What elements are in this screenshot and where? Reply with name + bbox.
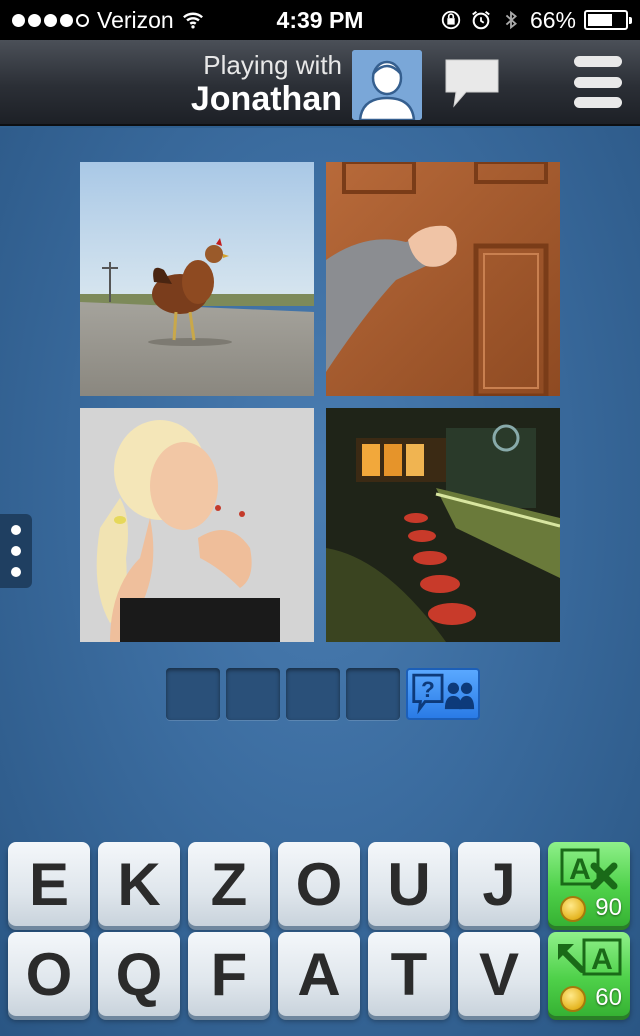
- reveal-letter-button[interactable]: A 60: [548, 932, 630, 1016]
- coin-icon: [560, 896, 586, 922]
- wifi-icon: [182, 12, 203, 29]
- remove-letter-icon: A: [560, 848, 618, 890]
- letter-key[interactable]: A: [278, 932, 360, 1016]
- coin-icon: [560, 986, 586, 1012]
- svg-text:A: A: [591, 943, 613, 976]
- svg-text:?: ?: [421, 677, 435, 702]
- ask-friends-icon: ?: [412, 673, 475, 715]
- bluetooth-icon: [505, 10, 517, 30]
- letter-key[interactable]: Q: [98, 932, 180, 1016]
- alarm-icon: [472, 10, 490, 30]
- letter-key[interactable]: O: [8, 932, 90, 1016]
- puzzle-image-bar: [326, 408, 560, 642]
- side-drawer-handle[interactable]: [0, 514, 32, 588]
- answer-slot[interactable]: [346, 668, 400, 720]
- puzzle-image-knock: [326, 162, 560, 396]
- person-avatar-icon[interactable]: [352, 50, 422, 120]
- puzzle-image-chicken: [80, 162, 314, 396]
- letter-key[interactable]: J: [458, 842, 540, 926]
- letter-key[interactable]: O: [278, 842, 360, 926]
- carrier-label: Verizon: [97, 6, 174, 33]
- letter-key[interactable]: V: [458, 932, 540, 1016]
- opponent-info: Playing with Jonathan: [191, 50, 342, 118]
- letter-key[interactable]: E: [8, 842, 90, 926]
- powerup-cost: 60: [595, 984, 622, 1011]
- answer-slot[interactable]: [286, 668, 340, 720]
- opponent-name: Jonathan: [190, 80, 342, 118]
- battery-icon: [584, 10, 632, 30]
- letter-key[interactable]: F: [188, 932, 270, 1016]
- remove-letters-button[interactable]: A 90: [548, 842, 630, 926]
- svg-text:A: A: [569, 853, 591, 886]
- letter-key[interactable]: Z: [188, 842, 270, 926]
- game-board: ? E K Z O U J A 90 O Q F A T V A 60: [0, 128, 640, 1036]
- signal-strength-icon: [12, 13, 89, 27]
- letter-key[interactable]: K: [98, 842, 180, 926]
- status-bar: Verizon 4:39 PM 66%: [0, 0, 640, 40]
- header-subtitle: Playing with: [203, 50, 342, 80]
- game-header: Playing with Jonathan: [0, 40, 640, 126]
- hamburger-menu-icon[interactable]: [574, 56, 622, 108]
- rotation-lock-icon: [441, 10, 461, 30]
- reveal-letter-icon: A: [558, 938, 622, 976]
- powerup-cost: 90: [595, 894, 622, 921]
- letter-key[interactable]: U: [368, 842, 450, 926]
- puzzle-image-thinking: [80, 408, 314, 642]
- chat-bubble-icon[interactable]: [442, 56, 502, 110]
- letter-key[interactable]: T: [368, 932, 450, 1016]
- battery-percent: 66%: [529, 6, 576, 33]
- ask-friends-button[interactable]: ?: [406, 668, 480, 720]
- answer-slot[interactable]: [166, 668, 220, 720]
- answer-slot[interactable]: [226, 668, 280, 720]
